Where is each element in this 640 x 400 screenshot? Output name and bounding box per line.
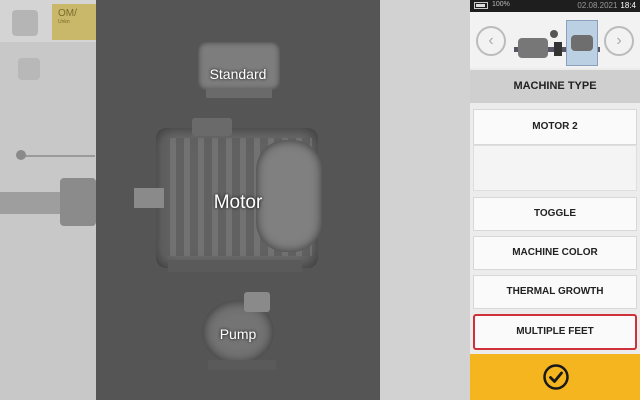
machine-2-selected-icon[interactable] xyxy=(566,20,598,66)
machine-name-button[interactable]: MOTOR 2 xyxy=(473,109,637,145)
motor-terminal-box xyxy=(192,118,232,136)
background-side-icon xyxy=(18,58,40,80)
background-tab-label: OM/ xyxy=(58,8,77,19)
confirm-button[interactable] xyxy=(470,354,640,400)
battery-level: 100% xyxy=(492,1,510,8)
coupling-badge-icon xyxy=(550,30,558,38)
background-tab: OM/ Unkn xyxy=(52,4,96,40)
status-date: 02.08.2021 xyxy=(577,1,618,10)
motor-base xyxy=(168,260,302,272)
machine-train-strip: ‹ › xyxy=(470,12,640,68)
pump-flange xyxy=(244,292,270,312)
multiple-feet-button[interactable]: MULTIPLE FEET xyxy=(473,314,637,350)
coupling-icon xyxy=(554,42,562,56)
machine-1-icon[interactable] xyxy=(518,38,548,58)
background-dot xyxy=(16,150,26,160)
background-coupling xyxy=(60,178,96,226)
check-circle-icon xyxy=(543,364,569,390)
battery-icon xyxy=(474,2,488,9)
picker-item-motor-label: Motor xyxy=(213,192,263,213)
toggle-button[interactable]: TOGGLE xyxy=(473,197,637,231)
status-time: 18:4 xyxy=(620,1,636,10)
machine-type-picker[interactable]: Standard Motor Pump xyxy=(96,0,380,400)
background-line xyxy=(20,155,95,157)
clock: 02.08.2021 18:4 xyxy=(577,1,636,10)
previous-machine-icon[interactable]: ‹ xyxy=(476,26,506,56)
pump-base xyxy=(208,360,276,370)
background-tab-sublabel: Unkn xyxy=(58,19,70,25)
machine-color-button[interactable]: MACHINE COLOR xyxy=(473,236,637,270)
standard-machine-feet xyxy=(206,88,272,98)
machine-properties-panel: 100% 02.08.2021 18:4 ‹ › MACHINE TYPE MOT… xyxy=(470,0,640,400)
picker-item-standard-label: Standard xyxy=(209,66,267,82)
machine-type-header: MACHINE TYPE xyxy=(470,70,640,103)
background-right-area xyxy=(380,0,470,400)
next-machine-icon[interactable]: › xyxy=(604,26,634,56)
picker-item-pump-label: Pump xyxy=(219,326,257,342)
home-icon xyxy=(12,10,38,36)
thermal-growth-button[interactable]: THERMAL GROWTH xyxy=(473,275,637,309)
empty-field[interactable] xyxy=(473,145,637,191)
status-bar: 100% 02.08.2021 18:4 xyxy=(470,0,640,12)
